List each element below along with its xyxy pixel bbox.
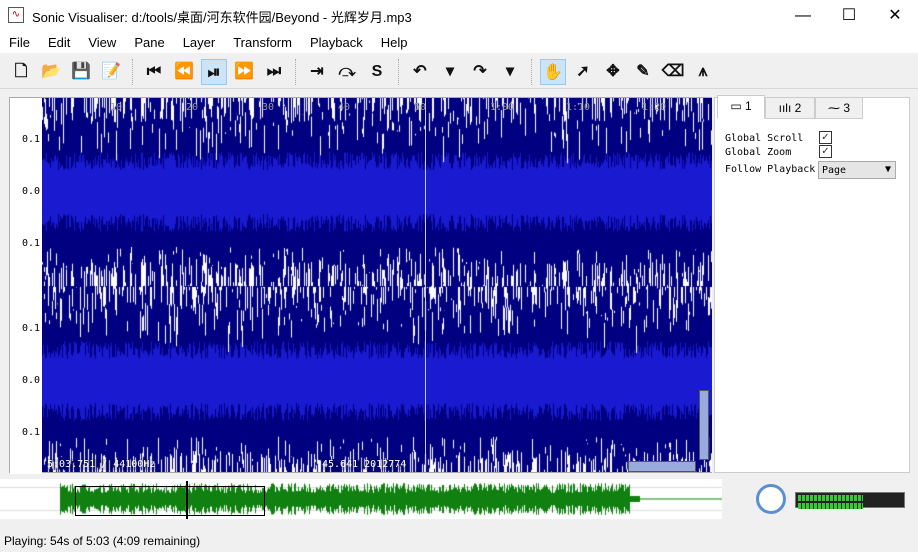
menu-help[interactable]: Help xyxy=(372,31,417,53)
global-zoom-label: Global Zoom xyxy=(725,147,792,158)
menu-transform[interactable]: Transform xyxy=(224,31,301,53)
tab-label: 1 xyxy=(744,99,752,113)
vertical-scale: 0.1 0.0 0.1 0.1 0.0 0.1 xyxy=(10,98,42,474)
scale-tick: 0.0 xyxy=(22,186,41,197)
scale-tick: 0.1 xyxy=(22,238,41,249)
select-arrow-icon[interactable]: ➚ xyxy=(570,59,596,85)
overview-playhead xyxy=(186,481,188,519)
follow-playback-label: Follow Playback xyxy=(725,164,816,175)
draw-pencil-icon[interactable]: ✎ xyxy=(630,59,656,85)
open-folder-icon[interactable]: 📂 xyxy=(38,59,64,85)
ruler-tick: 10 xyxy=(110,102,123,113)
cursor-position-label: 45.641 2012774 xyxy=(322,459,407,470)
play-pause-icon[interactable]: ⏯ xyxy=(201,58,227,85)
close-button[interactable]: ✕ xyxy=(872,0,918,31)
tab-pane-1[interactable]: ▭ 1 xyxy=(717,95,765,119)
menu-layer[interactable]: Layer xyxy=(174,31,225,53)
measure-icon[interactable]: ⩚ xyxy=(690,59,716,85)
maximize-button[interactable]: ☐ xyxy=(826,0,872,31)
app-icon: ∿ xyxy=(8,7,24,23)
menu-edit[interactable]: Edit xyxy=(39,31,79,53)
waveform-canvas[interactable] xyxy=(42,98,712,472)
waveform-pane[interactable]: 0.1 0.0 0.1 0.1 0.0 0.1 10 20 30 40 50 1:00 1:… xyxy=(9,97,742,474)
tab-label: 2 xyxy=(794,101,802,115)
erase-icon[interactable]: ⌫ xyxy=(660,59,686,85)
scale-tick: 0.1 xyxy=(22,134,41,145)
move-icon[interactable]: ✥ xyxy=(600,59,626,85)
follow-playback-select[interactable]: Page ▼ xyxy=(818,161,896,179)
menu-playback[interactable]: Playback xyxy=(301,31,372,53)
save-icon[interactable]: 💾 xyxy=(68,59,94,85)
constrain-play-icon[interactable]: ⇥ xyxy=(304,59,330,85)
scale-tick: 0.0 xyxy=(22,375,41,386)
toolbar: 🗋 📂 💾 📝 ⏮ ⏪ ⏯ ⏩ ⏭ ⇥ ⤼ S ↶ ▾ ↷ ▾ ✋ ➚ ✥ ✎ ⌫ ⩚ xyxy=(0,55,918,89)
minimize-button[interactable]: — xyxy=(780,0,826,31)
ruler-tick: 20 xyxy=(186,102,199,113)
menu-bar: File Edit View Pane Layer Transform Playback He… xyxy=(0,31,918,53)
save-as-icon[interactable]: 📝 xyxy=(98,59,124,85)
undo-icon[interactable]: ↶ xyxy=(407,59,433,85)
tab-layer-3[interactable]: ⁓ 3 xyxy=(815,97,863,119)
follow-playback-value: Page xyxy=(822,165,847,176)
output-level-meter xyxy=(795,492,905,509)
duration-label: 5:03.751 / 44100Hz xyxy=(47,459,156,470)
global-scroll-label: Global Scroll xyxy=(725,133,804,144)
overview-view-rectangle[interactable] xyxy=(75,486,265,516)
playhead xyxy=(425,98,426,472)
loop-icon[interactable]: ⤼ xyxy=(334,59,360,85)
toolbar-separator xyxy=(132,58,133,85)
ruler-tick: 30 xyxy=(262,102,275,113)
chevron-down-icon: ▼ xyxy=(884,164,891,175)
new-file-icon[interactable]: 🗋 xyxy=(8,59,34,85)
menu-file[interactable]: File xyxy=(0,31,39,53)
rewind-icon[interactable]: ⏪ xyxy=(171,59,197,85)
scale-tick: 0.1 xyxy=(22,427,41,438)
solo-icon[interactable]: S xyxy=(364,59,390,85)
ruler-tick: 1:10 xyxy=(566,102,591,113)
undo-menu-icon[interactable]: ▾ xyxy=(437,59,463,85)
tab-layer-2[interactable]: ıılı 2 xyxy=(765,97,815,119)
horizontal-zoom-thumbwheel[interactable] xyxy=(628,461,696,472)
menu-view[interactable]: View xyxy=(79,31,125,53)
toolbar-separator xyxy=(531,58,532,85)
ruler-tick: 40 xyxy=(338,102,351,113)
menu-pane[interactable]: Pane xyxy=(125,31,173,53)
ruler-tick: 1:00 xyxy=(490,102,515,113)
fast-forward-icon[interactable]: ⏩ xyxy=(231,59,257,85)
global-zoom-checkbox[interactable]: ✓ xyxy=(819,145,832,158)
playback-speed-dial[interactable] xyxy=(756,484,786,514)
rewind-start-icon[interactable]: ⏮ xyxy=(141,59,167,85)
property-panel: ▭ 1 ıılı 2 ⁓ 3 Global Scroll ✓ Global Zo… xyxy=(714,95,910,473)
ruler-tick: 1:20 xyxy=(642,102,667,113)
redo-icon[interactable]: ↷ xyxy=(467,59,493,85)
time-ruler: 10203040501:001:101:201:30 xyxy=(42,98,742,118)
vertical-zoom-thumbwheel[interactable] xyxy=(699,390,709,460)
tab-label: 3 xyxy=(843,101,851,115)
toolbar-separator xyxy=(398,58,399,85)
redo-menu-icon[interactable]: ▾ xyxy=(497,59,523,85)
navigate-hand-icon[interactable]: ✋ xyxy=(540,58,566,85)
ffwd-end-icon[interactable]: ⏭ xyxy=(261,59,287,85)
toolbar-separator xyxy=(295,58,296,85)
window-title: Sonic Visualiser: d:/tools/桌面/河东软件园/Beyo… xyxy=(32,10,412,25)
scale-tick: 0.1 xyxy=(22,323,41,334)
status-bar: Playing: 54s of 5:03 (4:09 remaining) xyxy=(4,534,201,548)
global-scroll-checkbox[interactable]: ✓ xyxy=(819,131,832,144)
title-bar: ∿ Sonic Visualiser: d:/tools/桌面/河东软件园/Be… xyxy=(0,0,918,31)
